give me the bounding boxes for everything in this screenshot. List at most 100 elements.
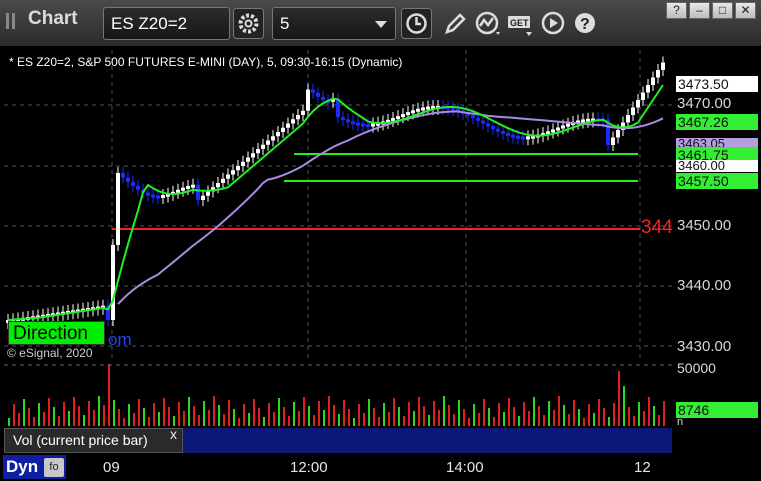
- candle-body: [561, 125, 565, 129]
- play-icon[interactable]: [538, 8, 569, 39]
- candle-body: [516, 135, 520, 139]
- volume-bar: [63, 402, 65, 426]
- volume-bar: [228, 400, 230, 426]
- volume-bar: [613, 403, 615, 426]
- volume-bar: [88, 401, 90, 426]
- time-axis-label: 12:00: [290, 459, 328, 476]
- window-help-button[interactable]: ?: [666, 2, 687, 19]
- volume-bar: [558, 396, 560, 426]
- volume-bar: [263, 417, 265, 426]
- price-axis[interactable]: 3470.00 3450.00 3440.00 3430.00 3473.50 …: [672, 50, 761, 362]
- candle-body: [526, 136, 530, 140]
- volume-bar: [363, 413, 365, 426]
- volume-bar: [658, 415, 660, 426]
- volume-bar: [183, 411, 185, 426]
- volume-axis-label: 50000: [677, 360, 716, 376]
- pencil-icon[interactable]: [439, 8, 470, 39]
- candle-body: [156, 195, 160, 199]
- volume-bar: [413, 411, 415, 426]
- volume-bar: [53, 407, 55, 426]
- ma-price-tag: 3457.50: [676, 173, 758, 189]
- volume-bar: [438, 410, 440, 426]
- close-icon[interactable]: x: [170, 426, 177, 442]
- price-axis-label: 3450.00: [677, 217, 732, 234]
- volume-bar: [58, 416, 60, 426]
- volume-bar: [298, 411, 300, 426]
- interval-select[interactable]: 5: [272, 7, 396, 40]
- volume-bar: [138, 399, 140, 426]
- volume-bar: [473, 404, 475, 426]
- volume-axis[interactable]: 50000 8746 n: [672, 360, 761, 428]
- candle-body: [411, 110, 415, 114]
- volume-bar: [398, 407, 400, 426]
- get-icon[interactable]: GET: [506, 8, 537, 39]
- help-icon[interactable]: ?: [570, 8, 601, 39]
- volume-bar: [578, 409, 580, 426]
- candle-body: [556, 127, 560, 131]
- volume-bar: [418, 397, 420, 426]
- symbol-input[interactable]: ES Z20=2: [103, 7, 230, 40]
- candle-body: [626, 115, 630, 123]
- price-axis-label: 3470.00: [677, 95, 732, 112]
- volume-bar: [173, 416, 175, 426]
- candle-body: [366, 123, 370, 127]
- candle-body: [651, 77, 655, 85]
- study-icon[interactable]: [473, 8, 504, 39]
- interval-value: 5: [280, 14, 290, 33]
- gear-icon[interactable]: [233, 8, 264, 39]
- volume-bar: [293, 402, 295, 426]
- candle-body: [401, 114, 405, 118]
- volume-bar: [133, 413, 135, 426]
- volume-bar: [478, 413, 480, 426]
- volume-bar: [128, 404, 130, 426]
- volume-bar: [203, 401, 205, 426]
- volume-bar: [663, 401, 665, 426]
- volume-bar: [98, 396, 100, 426]
- volume-bar: [568, 414, 570, 426]
- volume-bar: [13, 404, 15, 426]
- price-axis-label: 3440.00: [677, 277, 732, 294]
- study-label[interactable]: Vol (current price bar): [4, 428, 183, 453]
- ma-price-tag: 3467.26: [676, 114, 758, 130]
- volume-bar: [378, 417, 380, 426]
- volume-chart[interactable]: [4, 364, 672, 426]
- link-text[interactable]: om: [108, 330, 132, 350]
- volume-bar: [428, 415, 430, 426]
- candle-body: [151, 194, 155, 198]
- candle-body: [296, 115, 300, 120]
- volume-bar: [543, 415, 545, 426]
- volume-bar: [548, 401, 550, 426]
- candle-body: [216, 183, 220, 188]
- candle-body: [111, 245, 115, 320]
- ma-line-fast: [7, 84, 664, 321]
- price-axis-label: 3430.00: [677, 338, 732, 355]
- drag-handle-icon[interactable]: [5, 12, 17, 30]
- volume-bar: [588, 404, 590, 426]
- volume-bar: [278, 398, 280, 426]
- clock-icon[interactable]: [401, 8, 432, 39]
- volume-bar: [528, 411, 530, 426]
- last-price-tag: 3473.50: [676, 76, 758, 92]
- candle-body: [256, 149, 260, 154]
- candle-body: [291, 119, 295, 124]
- window-minimize-button[interactable]: –: [689, 2, 710, 19]
- candle-body: [226, 174, 230, 179]
- volume-bar: [103, 405, 105, 426]
- candle-body: [316, 92, 320, 97]
- volume-bar: [223, 414, 225, 426]
- candle-body: [501, 130, 505, 134]
- volume-bar: [338, 414, 340, 426]
- price-chart[interactable]: [4, 50, 672, 362]
- volume-bar: [393, 398, 395, 426]
- window-maximize-button[interactable]: □: [712, 2, 733, 19]
- volume-bar: [143, 408, 145, 426]
- price-axis-label: 3460.00: [676, 159, 758, 172]
- volume-bar: [643, 411, 645, 426]
- volume-bar: [488, 408, 490, 426]
- candle-body: [321, 96, 325, 101]
- volume-bar: [123, 418, 125, 426]
- candle-body: [396, 116, 400, 120]
- candle-body: [356, 122, 360, 126]
- window-close-button[interactable]: ✕: [735, 2, 756, 19]
- link-icon[interactable]: fo: [44, 458, 64, 477]
